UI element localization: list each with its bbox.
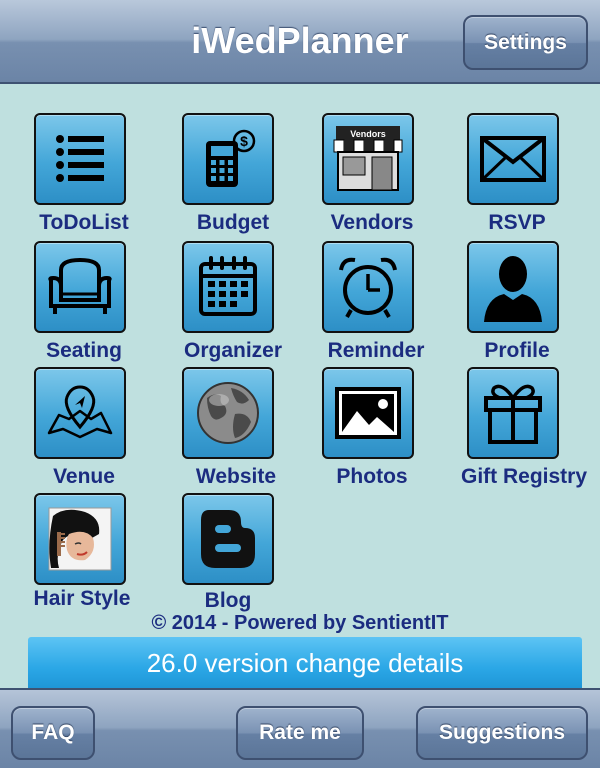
grid-item-label: Vendors bbox=[330, 211, 414, 234]
copyright-text: © 2014 - Powered by SentientIT bbox=[151, 612, 449, 634]
bottom-toolbar: FAQ Rate me Suggestions bbox=[0, 688, 600, 768]
version-change-details-button[interactable]: 26.0 version change details bbox=[28, 637, 582, 689]
rate-me-button[interactable]: Rate me bbox=[236, 706, 364, 760]
grid-item-label: Organizer bbox=[183, 339, 283, 362]
navigation-bar: iWedPlanner Settings bbox=[0, 0, 600, 84]
grid-item-label: RSVP bbox=[488, 211, 546, 234]
map-pin-icon[interactable] bbox=[34, 367, 126, 459]
grid-item-label: Seating bbox=[46, 339, 122, 362]
globe-icon[interactable] bbox=[182, 367, 274, 459]
blogger-icon[interactable] bbox=[182, 493, 274, 585]
calculator-icon[interactable]: $ bbox=[182, 113, 274, 205]
svg-text:$: $ bbox=[240, 133, 248, 149]
storefront-sign: Vendors bbox=[350, 129, 386, 139]
armchair-icon[interactable] bbox=[34, 241, 126, 333]
hair-style-icon[interactable] bbox=[34, 493, 126, 585]
gift-icon[interactable] bbox=[467, 367, 559, 459]
list-icon[interactable] bbox=[34, 113, 126, 205]
grid-item-label: Blog bbox=[204, 589, 252, 612]
faq-button[interactable]: FAQ bbox=[11, 706, 95, 760]
grid-item-label: Gift Registry bbox=[460, 465, 588, 488]
grid-item-label: Profile bbox=[484, 339, 550, 362]
grid-item-label: Website bbox=[195, 465, 277, 488]
grid-item-label: ToDoList bbox=[39, 211, 129, 234]
calendar-icon[interactable] bbox=[182, 241, 274, 333]
grid-item-label: Photos bbox=[336, 465, 408, 488]
picture-icon[interactable] bbox=[322, 367, 414, 459]
envelope-icon[interactable] bbox=[467, 113, 559, 205]
grid-item-label: Hair Style bbox=[33, 587, 131, 610]
alarm-clock-icon[interactable] bbox=[322, 241, 414, 333]
person-silhouette-icon[interactable] bbox=[467, 241, 559, 333]
storefront-icon[interactable]: Vendors bbox=[322, 113, 414, 205]
suggestions-button[interactable]: Suggestions bbox=[416, 706, 588, 760]
grid-item-label: Budget bbox=[196, 211, 270, 234]
settings-button[interactable]: Settings bbox=[463, 15, 588, 70]
grid-item-label: Venue bbox=[53, 465, 115, 488]
grid-item-label: Reminder bbox=[327, 339, 425, 362]
